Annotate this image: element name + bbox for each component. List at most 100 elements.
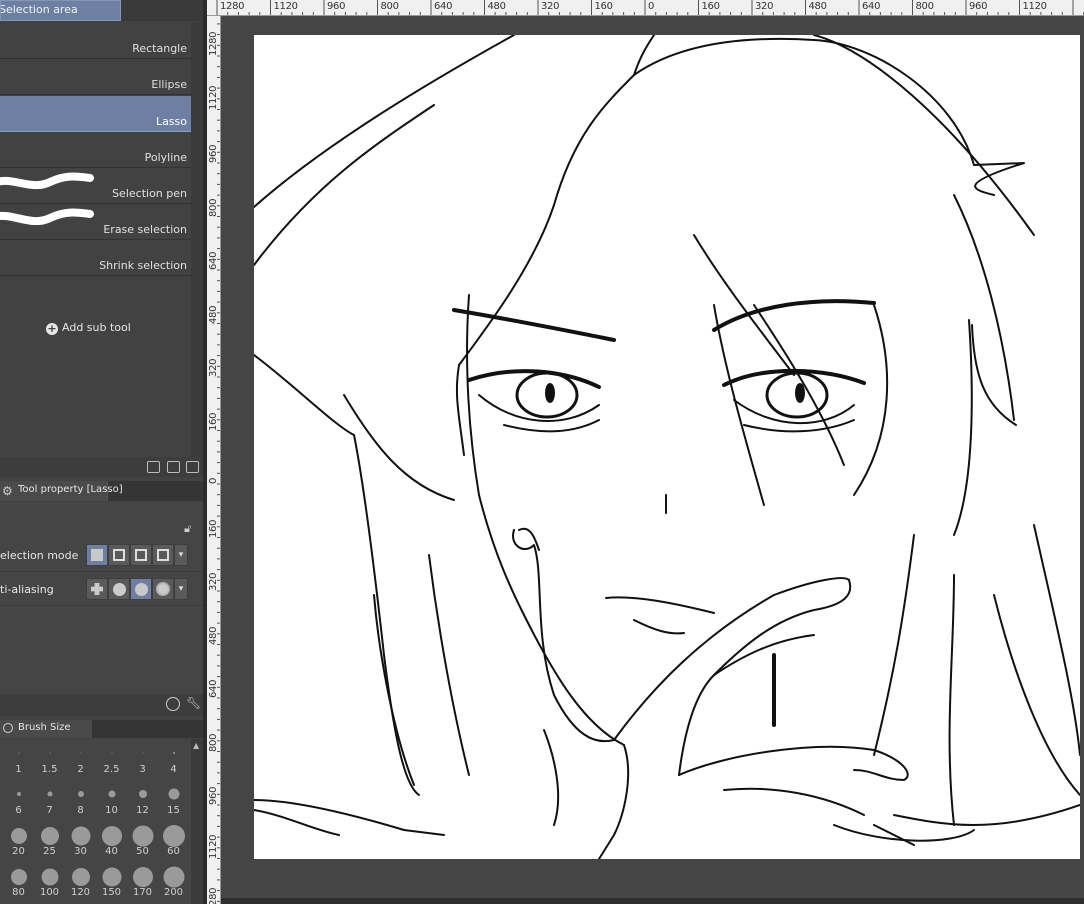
brush-size-header: Brush Size xyxy=(0,720,203,738)
ruler-tick-label: 320 xyxy=(541,1,560,12)
ruler-tick-label: 800 xyxy=(208,198,219,217)
ruler-tick-label: 1280 xyxy=(220,1,245,12)
subtool-selection-pen[interactable]: Selection pen xyxy=(0,168,191,204)
ruler-tick-label: 960 xyxy=(327,1,346,12)
subtool-shrink-selection[interactable]: Shrink selection xyxy=(0,240,191,276)
subtool-label: Shrink selection xyxy=(99,259,187,272)
brush-size-cell[interactable]: 100 xyxy=(34,860,65,900)
brush-size-cell[interactable]: 6 xyxy=(3,778,34,818)
ruler-tick-label: 160 xyxy=(208,519,219,538)
brush-dot-icon xyxy=(16,792,21,796)
anti-aliasing-buttons: ▾ xyxy=(86,578,188,600)
chevron-down-icon[interactable]: ▾ xyxy=(174,544,188,566)
brush-size-cell[interactable]: 12 xyxy=(127,778,158,818)
tool-property-header: ⚙ Tool property [Lasso] xyxy=(0,481,203,501)
subtool-label: Erase selection xyxy=(103,223,187,236)
brush-size-cell[interactable]: 20 xyxy=(3,819,34,859)
selection-mode-buttons: ▾ xyxy=(86,544,188,566)
tab-selection-area[interactable]: Selection area xyxy=(0,0,121,21)
brush-size-cell[interactable]: 40 xyxy=(96,819,127,859)
subtool-ellipse[interactable]: Ellipse xyxy=(0,59,191,95)
brush-size-cell[interactable]: 15 xyxy=(158,778,189,818)
tab-brush-size[interactable]: Brush Size xyxy=(0,720,92,738)
drawing-canvas[interactable] xyxy=(253,34,1081,860)
brush-size-value: 7 xyxy=(46,805,53,816)
brush-size-value: 3 xyxy=(139,764,146,775)
ruler-tick-label: 1120 xyxy=(208,85,219,110)
ruler-tick-label: 320 xyxy=(755,1,774,12)
brush-size-cell[interactable]: 8 xyxy=(65,778,96,818)
brush-size-cell[interactable]: 200 xyxy=(158,860,189,900)
brush-size-scrollbar[interactable]: ▲ xyxy=(191,739,203,904)
brush-size-cell[interactable]: 120 xyxy=(65,860,96,900)
brush-size-value: 15 xyxy=(167,805,180,816)
tab-label: Selection area xyxy=(0,3,78,16)
ruler-tick-label: 1120 xyxy=(208,834,219,859)
brush-size-cell[interactable]: 2.5 xyxy=(96,737,127,777)
new-subtool-icon[interactable] xyxy=(167,461,180,473)
brush-size-value: 80 xyxy=(12,887,25,898)
selection-mode-row: election mode ▾ xyxy=(0,540,203,572)
brush-size-cell[interactable]: 25 xyxy=(34,819,65,859)
ruler-tick-label: 640 xyxy=(208,679,219,698)
brush-size-cell[interactable]: 60 xyxy=(158,819,189,859)
brush-size-cell[interactable]: 150 xyxy=(96,860,127,900)
chevron-up-icon[interactable]: ▲ xyxy=(193,741,199,750)
brush-size-cell[interactable]: 1 xyxy=(3,737,34,777)
brush-size-cell[interactable]: 80 xyxy=(3,860,34,900)
tool-property-body: 🔓︎ election mode ▾ ti-aliasing ▾ xyxy=(0,502,203,694)
brush-dot-icon xyxy=(172,752,175,754)
brush-size-cell[interactable]: 7 xyxy=(34,778,65,818)
subtract-selection-button[interactable] xyxy=(130,544,152,566)
wrench-icon[interactable]: 🔧︎ xyxy=(186,696,201,710)
brush-size-value: 4 xyxy=(170,764,177,775)
brush-size-cell[interactable]: 3 xyxy=(127,737,158,777)
brush-size-value: 1.5 xyxy=(41,764,58,775)
subtool-label: Selection pen xyxy=(112,187,187,200)
brush-size-cell[interactable]: 2 xyxy=(65,737,96,777)
subtool-erase-selection[interactable]: Erase selection xyxy=(0,204,191,240)
brush-size-cell[interactable]: 10 xyxy=(96,778,127,818)
ruler-tick-label: 160 xyxy=(594,1,613,12)
add-selection-button[interactable] xyxy=(108,544,130,566)
ruler-tick-label: 1120 xyxy=(1022,1,1048,12)
brush-size-cell[interactable]: 1.5 xyxy=(34,737,65,777)
ruler-tick-label: 160 xyxy=(208,412,219,431)
brush-size-cell[interactable]: 50 xyxy=(127,819,158,859)
brush-size-cell[interactable]: 4 xyxy=(158,737,189,777)
brush-dot-icon xyxy=(40,827,59,845)
brush-size-cell[interactable]: 170 xyxy=(127,860,158,900)
add-sub-tool-button[interactable]: + Add sub tool xyxy=(46,321,131,335)
brush-dot-icon xyxy=(47,791,52,797)
brush-size-icon xyxy=(3,723,13,733)
tab-tool-property[interactable]: ⚙ Tool property [Lasso] xyxy=(0,481,123,501)
brush-dot-icon xyxy=(162,825,185,847)
subtool-lasso[interactable]: Lasso xyxy=(0,96,191,132)
new-selection-button[interactable] xyxy=(86,544,108,566)
subtool-polyline[interactable]: Polyline xyxy=(0,132,191,168)
tool-property-footer: 🔧︎ xyxy=(0,694,203,716)
export-icon[interactable] xyxy=(147,461,160,473)
aa-medium-button[interactable] xyxy=(130,578,152,600)
lock-icon[interactable]: 🔓︎ xyxy=(184,522,191,536)
subtool-rectangle[interactable]: Rectangle xyxy=(0,23,191,59)
ruler-tick-label: 640 xyxy=(208,251,219,270)
brush-dot-icon xyxy=(77,791,84,797)
chevron-down-icon[interactable]: ▾ xyxy=(174,578,188,600)
brush-dot-icon xyxy=(168,788,179,800)
brush-dot-icon xyxy=(18,752,19,754)
aa-strong-button[interactable] xyxy=(152,578,174,600)
intersect-selection-button[interactable] xyxy=(152,544,174,566)
ruler-tick-label: 640 xyxy=(434,1,453,12)
brush-size-cell[interactable]: 30 xyxy=(65,819,96,859)
aa-none-button[interactable] xyxy=(86,578,108,600)
ruler-tick-label: 800 xyxy=(915,1,934,12)
ruler-tick-label: 320 xyxy=(208,572,219,591)
subtool-scrollbar[interactable] xyxy=(191,22,203,457)
brush-dot-icon xyxy=(71,868,90,886)
aa-weak-button[interactable] xyxy=(108,578,130,600)
subtool-label: Ellipse xyxy=(151,78,187,91)
settings-icon[interactable] xyxy=(166,697,180,711)
ruler-left: 1280 1120 960 800 640 480 320 160 0 160 320 480 640 8… xyxy=(207,16,221,904)
trash-icon[interactable] xyxy=(186,461,199,473)
